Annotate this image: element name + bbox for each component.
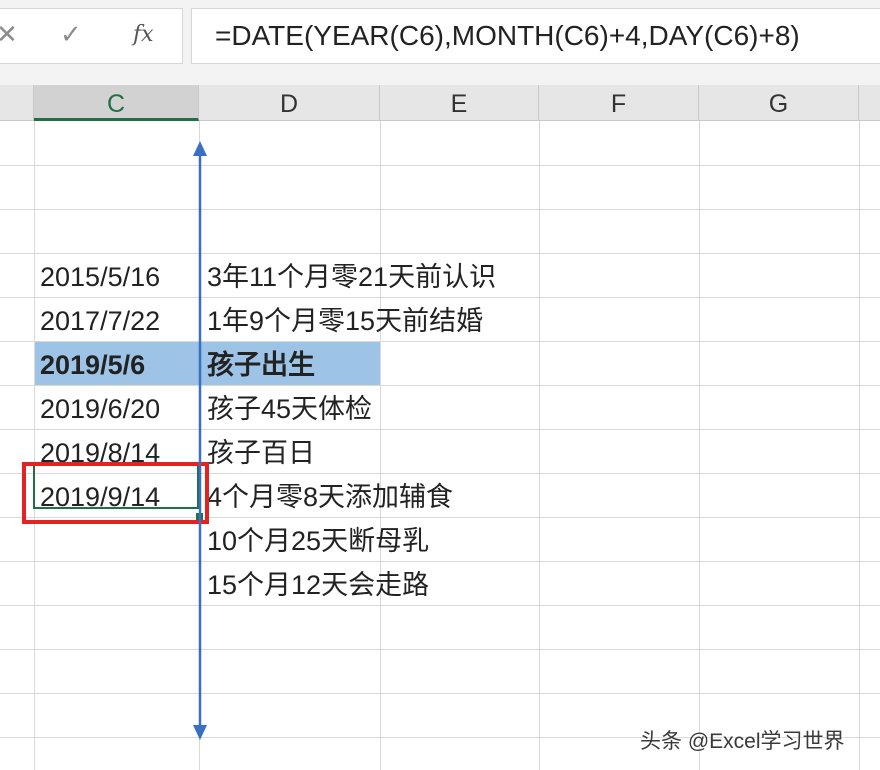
- watermark: 头条 @Excel学习世界: [640, 730, 845, 753]
- timeline-arrow: [193, 141, 207, 740]
- arrow-head-up-icon: [193, 141, 207, 156]
- arrow-head-down-icon: [193, 725, 207, 740]
